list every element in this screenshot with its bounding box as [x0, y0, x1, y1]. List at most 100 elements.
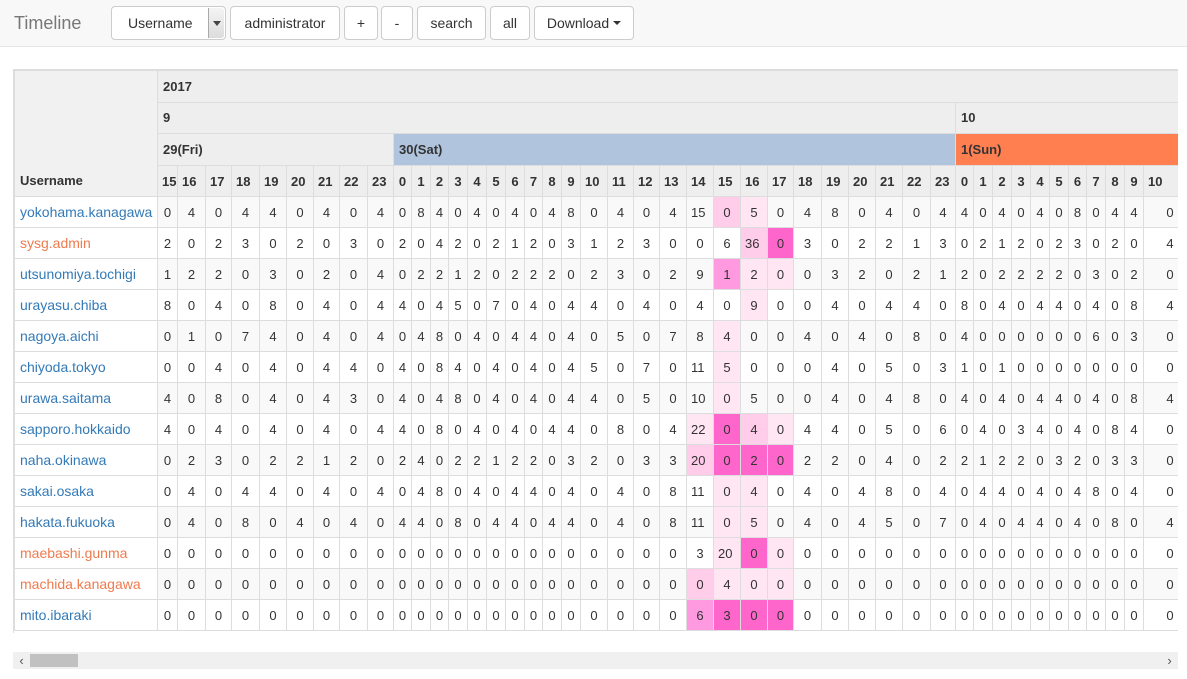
count-cell[interactable]: 4 — [713, 568, 741, 601]
count-cell[interactable]: 4 — [505, 506, 525, 539]
count-cell[interactable]: 2 — [580, 258, 608, 291]
count-cell[interactable]: 0 — [848, 289, 876, 322]
count-cell[interactable]: 0 — [1143, 320, 1178, 353]
count-cell[interactable]: 0 — [430, 444, 449, 477]
count-cell[interactable]: 4 — [367, 289, 394, 322]
count-cell[interactable]: 0 — [580, 568, 608, 601]
count-cell[interactable]: 0 — [1143, 475, 1178, 508]
count-cell[interactable]: 0 — [1105, 537, 1125, 570]
count-cell[interactable]: 4 — [875, 444, 903, 477]
count-cell[interactable]: 0 — [1011, 568, 1031, 601]
count-cell[interactable]: 2 — [524, 258, 543, 291]
count-cell[interactable]: 0 — [231, 444, 260, 477]
count-cell[interactable]: 0 — [992, 413, 1012, 446]
count-cell[interactable]: 0 — [367, 351, 394, 384]
count-cell[interactable]: 0 — [659, 599, 687, 632]
count-cell[interactable]: 0 — [821, 537, 849, 570]
count-cell[interactable]: 4 — [973, 475, 993, 508]
count-cell[interactable]: 4 — [930, 196, 956, 229]
count-cell[interactable]: 4 — [205, 351, 232, 384]
count-cell[interactable]: 0 — [740, 351, 768, 384]
count-cell[interactable]: 4 — [580, 289, 608, 322]
count-cell[interactable]: 0 — [1049, 196, 1069, 229]
username-link[interactable]: nagoya.aichi — [20, 328, 99, 344]
count-cell[interactable]: 0 — [561, 258, 581, 291]
count-cell[interactable]: 4 — [259, 196, 287, 229]
count-cell[interactable]: 4 — [313, 475, 340, 508]
count-cell[interactable]: 4 — [561, 320, 581, 353]
count-cell[interactable]: 0 — [231, 289, 260, 322]
count-cell[interactable]: 0 — [411, 382, 431, 415]
count-cell[interactable]: 4 — [992, 475, 1012, 508]
count-cell[interactable]: 0 — [848, 444, 876, 477]
count-cell[interactable]: 3 — [339, 227, 368, 260]
count-cell[interactable]: 0 — [633, 506, 660, 539]
count-cell[interactable]: 4 — [848, 475, 876, 508]
count-cell[interactable]: 2 — [524, 444, 543, 477]
count-cell[interactable]: 0 — [740, 320, 768, 353]
count-cell[interactable]: 0 — [580, 599, 608, 632]
count-cell[interactable]: 4 — [524, 382, 543, 415]
count-cell[interactable]: 0 — [1105, 568, 1125, 601]
count-cell[interactable]: 2 — [1049, 258, 1069, 291]
count-cell[interactable]: 0 — [686, 568, 714, 601]
count-cell[interactable]: 0 — [955, 506, 974, 539]
count-cell[interactable]: 4 — [1030, 196, 1050, 229]
count-cell[interactable]: 0 — [930, 382, 956, 415]
count-cell[interactable]: 4 — [1030, 506, 1050, 539]
count-cell[interactable]: 0 — [393, 475, 412, 508]
scroll-left-icon[interactable]: ‹ — [13, 652, 30, 669]
count-cell[interactable]: 2 — [973, 227, 993, 260]
count-cell[interactable]: 0 — [177, 289, 206, 322]
count-cell[interactable]: 0 — [930, 599, 956, 632]
count-cell[interactable]: 0 — [713, 475, 741, 508]
count-cell[interactable]: 0 — [505, 537, 525, 570]
count-cell[interactable]: 0 — [467, 382, 487, 415]
count-cell[interactable]: 4 — [393, 506, 412, 539]
count-cell[interactable]: 0 — [205, 599, 232, 632]
count-cell[interactable]: 0 — [930, 289, 956, 322]
count-cell[interactable]: 8 — [448, 382, 468, 415]
count-cell[interactable]: 1 — [448, 258, 468, 291]
count-cell[interactable]: 0 — [848, 196, 876, 229]
count-cell[interactable]: 2 — [505, 444, 525, 477]
count-cell[interactable]: 0 — [524, 196, 543, 229]
count-cell[interactable]: 4 — [259, 351, 287, 384]
count-cell[interactable]: 5 — [448, 289, 468, 322]
count-cell[interactable]: 0 — [505, 382, 525, 415]
count-cell[interactable]: 0 — [875, 568, 903, 601]
count-cell[interactable]: 0 — [411, 599, 431, 632]
count-cell[interactable]: 4 — [659, 196, 687, 229]
count-cell[interactable]: 1 — [973, 444, 993, 477]
count-cell[interactable]: 2 — [992, 444, 1012, 477]
count-cell[interactable]: 0 — [930, 568, 956, 601]
count-cell[interactable]: 0 — [448, 196, 468, 229]
count-cell[interactable]: 0 — [505, 351, 525, 384]
count-cell[interactable]: 4 — [411, 506, 431, 539]
count-cell[interactable]: 4 — [542, 413, 562, 446]
count-cell[interactable]: 0 — [486, 599, 506, 632]
count-cell[interactable]: 0 — [1086, 599, 1106, 632]
count-cell[interactable]: 0 — [231, 382, 260, 415]
count-cell[interactable]: 4 — [955, 382, 974, 415]
count-cell[interactable]: 4 — [524, 289, 543, 322]
count-cell[interactable]: 0 — [633, 258, 660, 291]
count-cell[interactable]: 0 — [580, 475, 608, 508]
count-cell[interactable]: 3 — [930, 351, 956, 384]
count-cell[interactable]: 2 — [848, 258, 876, 291]
count-cell[interactable]: 4 — [339, 351, 368, 384]
count-cell[interactable]: 1 — [955, 351, 974, 384]
count-cell[interactable]: 0 — [607, 537, 634, 570]
count-cell[interactable]: 15 — [686, 196, 714, 229]
count-cell[interactable]: 4 — [411, 444, 431, 477]
count-cell[interactable]: 4 — [1143, 227, 1178, 260]
username-link[interactable]: urawa.saitama — [20, 390, 111, 406]
count-cell[interactable]: 0 — [286, 599, 314, 632]
count-cell[interactable]: 0 — [339, 258, 368, 291]
count-cell[interactable]: 0 — [286, 568, 314, 601]
count-cell[interactable]: 0 — [339, 475, 368, 508]
count-cell[interactable]: 3 — [205, 444, 232, 477]
count-cell[interactable]: 5 — [740, 506, 768, 539]
count-cell[interactable]: 0 — [231, 351, 260, 384]
count-cell[interactable]: 3 — [930, 227, 956, 260]
